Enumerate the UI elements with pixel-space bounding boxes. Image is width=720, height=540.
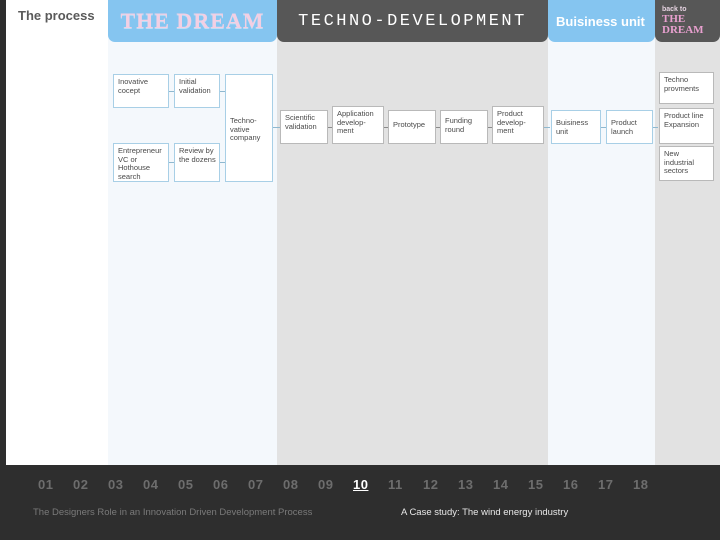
flow-box-label: Application develop-ment bbox=[337, 109, 374, 136]
page-link-07[interactable]: 07 bbox=[248, 477, 283, 492]
page-link-01[interactable]: 01 bbox=[38, 477, 73, 492]
flow-box-label: Techno-vative company bbox=[230, 116, 261, 143]
flow-box-label: Funding round bbox=[445, 116, 473, 134]
flow-box-buisiness-unit[interactable]: Buisiness unit bbox=[551, 110, 601, 144]
flow-box-label: New industrial sectors bbox=[664, 149, 695, 176]
tab-techno-development-label: TECHNO-DEVELOPMENT bbox=[298, 11, 527, 31]
flow-box-inovative-cocept[interactable]: Inovative cocept bbox=[113, 74, 169, 108]
flow-box-label: Product line Expansion bbox=[664, 111, 704, 129]
page-link-02[interactable]: 02 bbox=[73, 477, 108, 492]
flow-box-label: Buisiness unit bbox=[556, 118, 589, 136]
flow-box-initial-validation[interactable]: Initial validation bbox=[174, 74, 220, 108]
flow-box-technovative-company[interactable]: Techno-vative company bbox=[225, 74, 273, 182]
flow-box-label: Review by the dozens bbox=[179, 146, 216, 164]
flow-box-label: Techno provments bbox=[664, 75, 700, 93]
flow-box-entrepreneur-search[interactable]: Entrepreneur VC or Hothouse search bbox=[113, 143, 169, 182]
page-title: The process bbox=[18, 8, 95, 23]
page-link-15[interactable]: 15 bbox=[528, 477, 563, 492]
page-link-05[interactable]: 05 bbox=[178, 477, 213, 492]
page-link-17[interactable]: 17 bbox=[598, 477, 633, 492]
connector-5 bbox=[273, 127, 280, 128]
flow-box-label: Inovative cocept bbox=[118, 77, 149, 95]
tab-business-unit-label: Buisiness unit bbox=[556, 13, 645, 29]
page-link-08[interactable]: 08 bbox=[283, 477, 318, 492]
flow-box-label: Initial validation bbox=[179, 77, 211, 95]
page-navigation[interactable]: 01 02 03 04 05 06 07 08 09 10 11 12 13 14 15 16 17 18 bbox=[38, 477, 668, 492]
slide-footer: 01 02 03 04 05 06 07 08 09 10 11 12 13 14 15 16 17 18 The… bbox=[0, 465, 720, 540]
page-link-16[interactable]: 16 bbox=[563, 477, 598, 492]
flow-box-label: Scientific validation bbox=[285, 113, 317, 131]
tab-the-dream[interactable]: THE DREAM bbox=[108, 0, 277, 42]
page-link-03[interactable]: 03 bbox=[108, 477, 143, 492]
connector-12 bbox=[653, 127, 658, 128]
page-link-13[interactable]: 13 bbox=[458, 477, 493, 492]
flow-box-prototype[interactable]: Prototype bbox=[388, 110, 436, 144]
footer-title-left: The Designers Role in an Innovation Driv… bbox=[33, 507, 313, 518]
column-band-dream bbox=[108, 0, 277, 465]
flow-box-application-development[interactable]: Application develop-ment bbox=[332, 106, 384, 144]
back-to-dream-label: DREAM bbox=[662, 24, 704, 36]
column-band-techno bbox=[277, 0, 548, 465]
flow-box-label: Entrepreneur VC or Hothouse search bbox=[118, 146, 162, 181]
flow-box-label: Product develop-ment bbox=[497, 109, 526, 136]
column-band-outcomes bbox=[655, 0, 720, 465]
tab-business-unit[interactable]: Buisiness unit bbox=[548, 0, 655, 42]
page-link-18[interactable]: 18 bbox=[633, 477, 668, 492]
footer-title-right: A Case study: The wind energy industry bbox=[401, 507, 569, 518]
page-link-11[interactable]: 11 bbox=[388, 477, 423, 492]
tab-the-dream-label: THE DREAM bbox=[120, 8, 265, 33]
flow-box-product-line-expansion[interactable]: Product line Expansion bbox=[659, 108, 714, 144]
tab-back-to-the-dream[interactable]: back to THE DREAM bbox=[655, 0, 720, 42]
flow-box-funding-round[interactable]: Funding round bbox=[440, 110, 488, 144]
page-link-10[interactable]: 10 bbox=[353, 477, 388, 492]
column-band-business-unit bbox=[548, 0, 655, 465]
connector-10 bbox=[544, 127, 550, 128]
flow-box-product-development[interactable]: Product develop-ment bbox=[492, 106, 544, 144]
page-link-14[interactable]: 14 bbox=[493, 477, 528, 492]
page-link-06[interactable]: 06 bbox=[213, 477, 248, 492]
flow-box-label: Product launch bbox=[611, 118, 637, 136]
flow-box-label: Prototype bbox=[393, 120, 426, 129]
tab-techno-development[interactable]: TECHNO-DEVELOPMENT bbox=[277, 0, 548, 42]
flow-box-scientific-validation[interactable]: Scientific validation bbox=[280, 110, 328, 144]
flow-box-review-by-dozens[interactable]: Review by the dozens bbox=[174, 143, 220, 182]
page-link-12[interactable]: 12 bbox=[423, 477, 458, 492]
flow-box-new-industrial-sectors[interactable]: New industrial sectors bbox=[659, 146, 714, 181]
flow-box-techno-provments[interactable]: Techno provments bbox=[659, 72, 714, 104]
page-link-04[interactable]: 04 bbox=[143, 477, 178, 492]
slide-root: The process THE DREAM TECHNO-DEVELOPMENT… bbox=[0, 0, 720, 540]
page-link-09[interactable]: 09 bbox=[318, 477, 353, 492]
flow-box-product-launch[interactable]: Product launch bbox=[606, 110, 653, 144]
